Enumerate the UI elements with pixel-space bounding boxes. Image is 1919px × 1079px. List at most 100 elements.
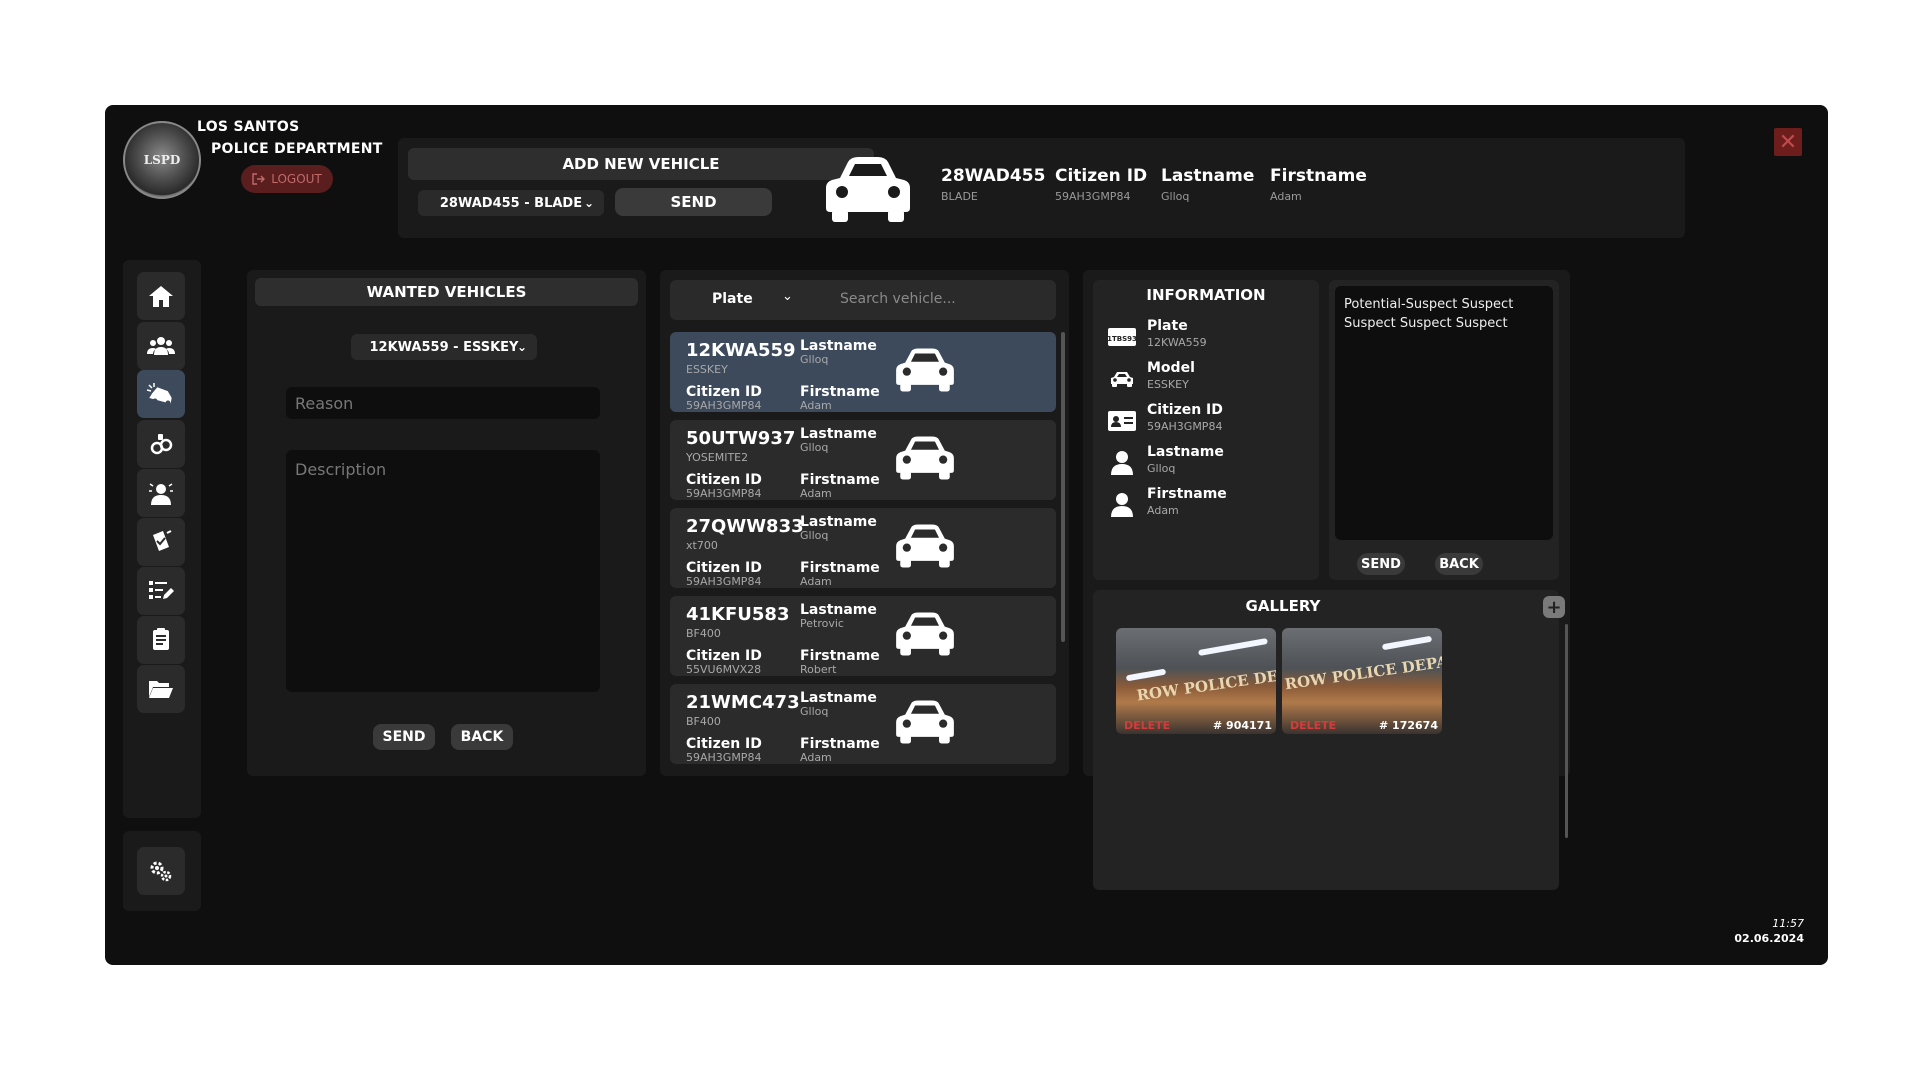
selected-firstname: Adam xyxy=(1270,190,1302,203)
vehicle-model: YOSEMITE2 xyxy=(686,451,749,464)
citizen-id-value: 59AH3GMP84 xyxy=(686,751,762,764)
vehicle-card[interactable]: 12KWA559 ESSKEY Citizen ID 59AH3GMP84 Lastna… xyxy=(670,332,1056,412)
delete-image-button[interactable]: DELETE xyxy=(1290,719,1336,732)
logout-icon xyxy=(252,173,266,185)
firstname-value: Adam xyxy=(800,399,832,412)
sidebar-item-warrants[interactable] xyxy=(137,616,185,664)
sidebar-item-officers[interactable] xyxy=(137,469,185,517)
selected-citizen-label: Citizen ID xyxy=(1055,166,1148,186)
info-value: Adam xyxy=(1147,504,1179,517)
info-row-model: Model ESSKEY xyxy=(1105,360,1305,404)
vehicle-plate: 12KWA559 xyxy=(686,340,796,361)
lastname-label: Lastname xyxy=(800,338,877,354)
car-crash-icon xyxy=(147,383,172,405)
gears-icon xyxy=(150,861,172,882)
search-filter-select[interactable]: Plate xyxy=(712,291,753,307)
info-label: Lastname xyxy=(1147,444,1224,460)
wanted-vehicle-select[interactable]: 12KWA559 - ESSKEY ⌄ xyxy=(351,334,537,360)
sidebar-item-vehicles[interactable] xyxy=(137,370,185,418)
sidebar-item-citizens[interactable] xyxy=(137,322,185,370)
firstname-value: Robert xyxy=(800,663,837,676)
sidebar-item-arrests[interactable] xyxy=(137,420,185,468)
gallery-title: GALLERY xyxy=(1245,597,1321,615)
firstname-label: Firstname xyxy=(800,472,880,488)
car-icon xyxy=(896,524,954,568)
gallery-image[interactable]: ROW POLICE DEPA DELETE # 172674 xyxy=(1282,628,1442,734)
info-row-firstname: Firstname Adam xyxy=(1105,486,1305,530)
info-value: Glloq xyxy=(1147,462,1176,475)
citizen-id-label: Citizen ID xyxy=(686,384,762,400)
dept-title-line1: LOS SANTOS xyxy=(197,119,300,135)
add-vehicle-send-button[interactable]: SEND xyxy=(615,188,772,216)
mdt-window: LSPD LOS SANTOS POLICE DEPARTMENT LOGOUT… xyxy=(105,105,1828,965)
vehicle-model: BF400 xyxy=(686,627,721,640)
info-row-plate: 81TBS937 Plate 12KWA559 xyxy=(1105,318,1305,362)
clipboard-check-icon xyxy=(153,530,172,551)
vehicle-plate: 21WMC473 xyxy=(686,692,800,713)
sidebar-item-home[interactable] xyxy=(137,272,185,320)
svg-text:81TBS937: 81TBS937 xyxy=(1107,335,1137,343)
chevron-down-icon: ⌄ xyxy=(583,196,594,210)
sidebar-item-evidence[interactable] xyxy=(137,518,185,566)
selected-firstname-col: Firstname Adam xyxy=(1270,166,1367,203)
vehicle-card[interactable]: 27QWW833 xt700 Citizen ID 59AH3GMP84 Lastnam… xyxy=(670,508,1056,588)
delete-image-button[interactable]: DELETE xyxy=(1124,719,1170,732)
gallery-scrollbar[interactable] xyxy=(1565,624,1568,838)
lastname-label: Lastname xyxy=(800,602,877,618)
add-vehicle-title: ADD NEW VEHICLE xyxy=(408,148,874,180)
settings-button[interactable] xyxy=(137,847,185,895)
info-label: Plate xyxy=(1147,318,1188,334)
vehicle-card[interactable]: 41KFU583 BF400 Citizen ID 55VU6MVX28 Lastnam… xyxy=(670,596,1056,676)
lastname-value: Glloq xyxy=(800,353,829,366)
information-card: INFORMATION 81TBS937 Plate 12KWA559 Model ES… xyxy=(1093,280,1319,580)
lastname-label: Lastname xyxy=(800,690,877,706)
info-label: Firstname xyxy=(1147,486,1227,502)
vehicle-model: BF400 xyxy=(686,715,721,728)
firstname-value: Adam xyxy=(800,575,832,588)
notes-back-button[interactable]: BACK xyxy=(1435,553,1483,575)
citizen-id-label: Citizen ID xyxy=(686,648,762,664)
close-button[interactable]: ✕ xyxy=(1774,128,1802,156)
logout-label: LOGOUT xyxy=(271,172,322,186)
badge-text: LSPD xyxy=(143,153,181,167)
lastname-label: Lastname xyxy=(800,426,877,442)
info-label: Citizen ID xyxy=(1147,402,1223,418)
gallery-image[interactable]: ROW POLICE DEP DELETE # 904171 xyxy=(1116,628,1276,734)
vehicle-card[interactable]: 21WMC473 BF400 Citizen ID 59AH3GMP84 Lastnam… xyxy=(670,684,1056,764)
clock-date: 02.06.2024 xyxy=(1734,932,1804,945)
citizen-id-value: 55VU6MVX28 xyxy=(686,663,762,676)
information-title: INFORMATION xyxy=(1146,286,1266,304)
citizen-id-value: 59AH3GMP84 xyxy=(686,487,762,500)
settings-panel xyxy=(123,831,201,911)
vehicle-model: ESSKEY xyxy=(686,363,728,376)
notes-send-button[interactable]: SEND xyxy=(1357,553,1405,575)
lastname-label: Lastname xyxy=(800,514,877,530)
firstname-label: Firstname xyxy=(800,384,880,400)
lastname-value: Glloq xyxy=(800,441,829,454)
selected-plate-col: 28WAD455 BLADE xyxy=(941,166,1045,203)
add-image-button[interactable]: + xyxy=(1543,596,1565,618)
description-textarea[interactable]: Description xyxy=(286,450,600,692)
sidebar-item-files[interactable] xyxy=(137,665,185,713)
sidebar-item-reports[interactable] xyxy=(137,567,185,615)
home-icon xyxy=(149,286,173,307)
add-vehicle-select-value: 28WAD455 - BLADE xyxy=(439,195,583,211)
add-vehicle-select[interactable]: 28WAD455 - BLADE ⌄ xyxy=(418,190,604,216)
firstname-label: Firstname xyxy=(800,648,880,664)
selected-firstname-label: Firstname xyxy=(1270,166,1367,186)
id-card-icon xyxy=(1105,406,1139,436)
logout-button[interactable]: LOGOUT xyxy=(241,165,333,193)
info-value: 59AH3GMP84 xyxy=(1147,420,1223,433)
folder-open-icon xyxy=(149,681,173,698)
vehicle-list-scrollbar[interactable] xyxy=(1061,332,1065,642)
wanted-back-button[interactable]: BACK xyxy=(451,724,513,750)
gallery-image-id: # 172674 xyxy=(1379,719,1438,732)
notes-textarea[interactable]: Potential-Suspect Suspect Suspect Suspec… xyxy=(1335,286,1553,540)
chevron-down-icon[interactable]: ⌄ xyxy=(782,289,793,304)
firstname-value: Adam xyxy=(800,487,832,500)
search-input[interactable]: Search vehicle... xyxy=(840,291,956,307)
reason-input[interactable]: Reason xyxy=(286,387,600,419)
wanted-send-button[interactable]: SEND xyxy=(373,724,435,750)
vehicle-card[interactable]: 50UTW937 YOSEMITE2 Citizen ID 59AH3GMP84 Las… xyxy=(670,420,1056,500)
lastname-value: Petrovic xyxy=(800,617,844,630)
